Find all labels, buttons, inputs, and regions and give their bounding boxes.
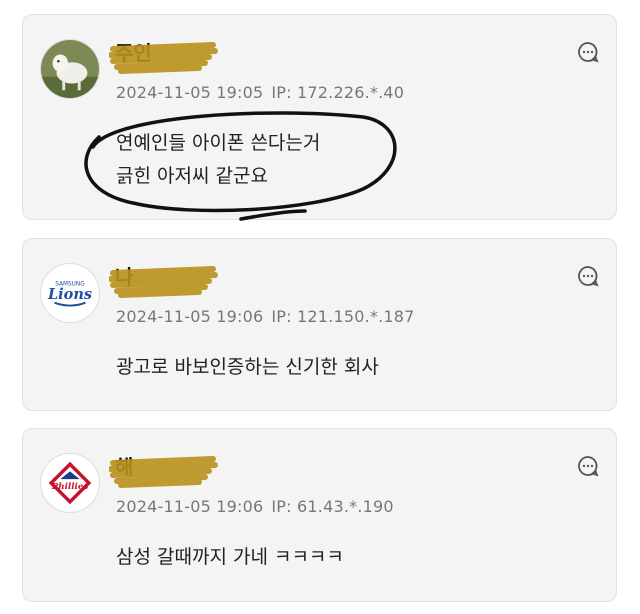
comment-date: 2024-11-05 19:06 [116, 497, 264, 516]
avatar[interactable]: SAMSUNG Lions [40, 263, 100, 323]
comment-card: 주인 2024-11-05 19:05 IP: 172.226.*.40 연예인들… [22, 14, 617, 221]
comment-card: SAMSUNG Lions 나 2024-11-05 19:06 IP: 121.… [22, 238, 617, 411]
logo-label: Lions [47, 286, 92, 303]
reply-icon[interactable] [576, 454, 600, 478]
comment-line: 연예인들 아이폰 쓴다는거 [116, 132, 321, 154]
redaction-scribble [109, 456, 218, 488]
comment-meta: 2024-11-05 19:06 IP: 121.150.*.187 [116, 307, 415, 326]
comment-meta: 2024-11-05 19:06 IP: 61.43.*.190 [116, 497, 394, 516]
comment-date: 2024-11-05 19:06 [116, 307, 264, 326]
comment-meta: 2024-11-05 19:05 IP: 172.226.*.40 [116, 83, 404, 102]
comment-date: 2024-11-05 19:05 [116, 83, 264, 102]
reply-icon[interactable] [576, 264, 600, 288]
comment-line: 광고로 바보인증하는 신기한 회사 [116, 356, 379, 378]
comment-ip: IP: 121.150.*.187 [271, 307, 415, 326]
comment-ip: IP: 172.226.*.40 [271, 83, 405, 102]
comment-line: 삼성 갈때까지 가네 ㅋㅋㅋㅋ [116, 546, 344, 568]
comment-line: 긁힌 아저씨 같군요 [116, 164, 268, 187]
goat-photo-icon [41, 40, 99, 98]
comment-ip: IP: 61.43.*.190 [271, 497, 394, 516]
logo-label: Phillies [51, 482, 89, 492]
avatar[interactable]: Phillies [40, 453, 100, 513]
samsung-lions-logo: SAMSUNG Lions [41, 264, 99, 322]
avatar[interactable] [40, 39, 100, 99]
reply-icon[interactable] [576, 40, 600, 64]
comment-text: 광고로 바보인증하는 신기한 회사 [116, 351, 379, 384]
redaction-scribble [109, 266, 218, 298]
comment-text: 삼성 갈때까지 가네 ㅋㅋㅋㅋ [116, 541, 344, 574]
comment-text: 연예인들 아이폰 쓴다는거 긁힌 아저씨 같군요 [116, 127, 320, 192]
comment-card: Phillies 해 2024-11-05 19:06 IP: 61.43.*.1… [22, 428, 617, 602]
phillies-logo: Phillies [41, 454, 99, 512]
redaction-scribble [109, 42, 218, 74]
